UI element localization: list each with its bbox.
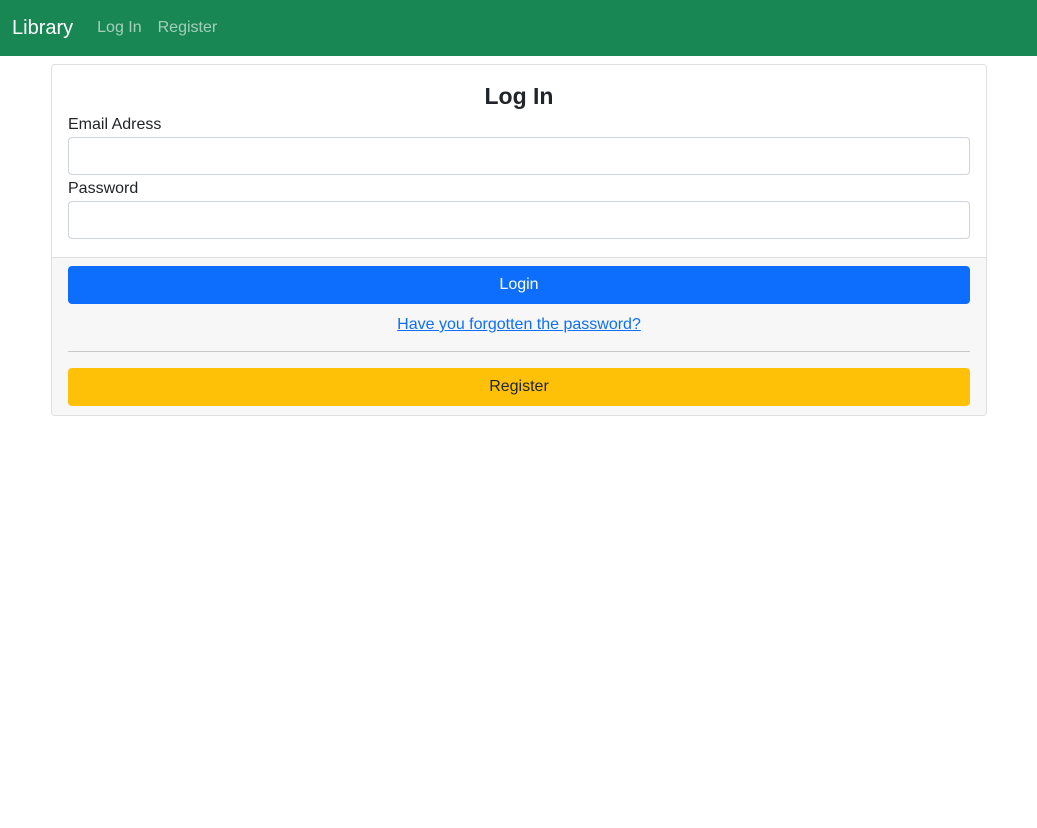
- page-title: Log In: [484, 83, 554, 109]
- password-field[interactable]: [68, 201, 970, 239]
- login-card: Log In Email Adress Password Login Have …: [51, 64, 987, 416]
- divider: [68, 351, 970, 352]
- navbar-brand[interactable]: Library: [12, 17, 73, 40]
- forgot-password-row: Have you forgotten the password?: [68, 316, 970, 334]
- password-label: Password: [68, 180, 139, 197]
- forgot-password-link[interactable]: Have you forgotten the password?: [397, 316, 641, 333]
- top-navbar: Library Log In Register: [0, 0, 1037, 56]
- login-button[interactable]: Login: [68, 266, 970, 304]
- email-label: Email Adress: [68, 116, 162, 133]
- email-field[interactable]: [68, 137, 970, 175]
- nav-link-register[interactable]: Register: [150, 19, 226, 37]
- nav-link-login[interactable]: Log In: [89, 19, 149, 37]
- login-card-footer: Login Have you forgotten the password? R…: [52, 258, 986, 415]
- register-button[interactable]: Register: [68, 368, 970, 406]
- login-card-body: Log In Email Adress Password: [52, 65, 986, 258]
